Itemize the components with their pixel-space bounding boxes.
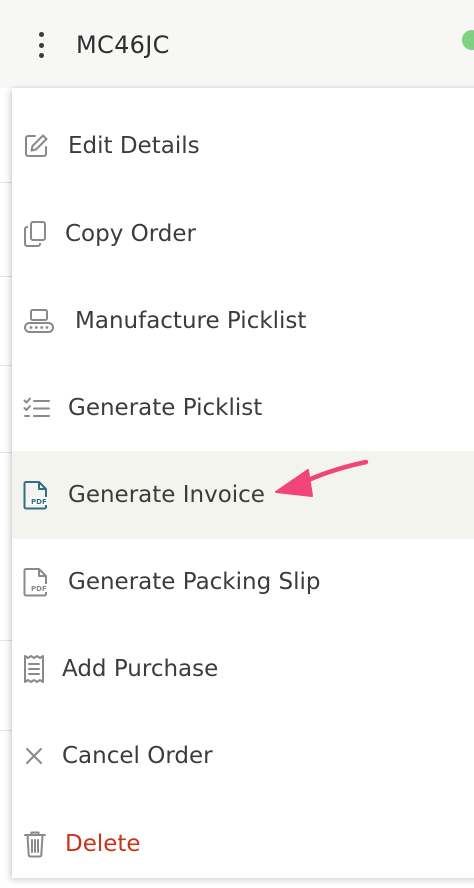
menu-item-label: Delete: [65, 831, 141, 857]
menu-item-delete[interactable]: Delete: [12, 800, 474, 888]
more-options-button[interactable]: [26, 28, 56, 62]
menu-item-label: Generate Packing Slip: [68, 569, 321, 595]
menu-item-label: Generate Invoice: [68, 482, 265, 508]
background-divider: [0, 182, 12, 183]
menu-item-label: Edit Details: [68, 133, 200, 159]
background-divider: [0, 452, 12, 453]
kebab-dot-icon: [38, 53, 44, 58]
close-icon: [25, 747, 43, 765]
kebab-dot-icon: [38, 32, 44, 37]
menu-item-generate-picklist[interactable]: Generate Picklist: [12, 364, 474, 452]
menu-item-generate-invoice[interactable]: PDF Generate Invoice: [12, 451, 474, 539]
copy-icon: [23, 220, 47, 248]
background-divider: [0, 730, 12, 731]
menu-item-edit-details[interactable]: Edit Details: [12, 102, 474, 190]
menu-item-add-purchase[interactable]: Add Purchase: [12, 625, 474, 713]
pdf-file-icon: PDF: [23, 567, 49, 597]
svg-text:PDF: PDF: [31, 585, 47, 593]
order-header: MC46JC: [0, 0, 474, 88]
menu-item-copy-order[interactable]: Copy Order: [12, 190, 474, 278]
kebab-dot-icon: [38, 42, 44, 48]
receipt-icon: [23, 654, 45, 684]
trash-icon: [24, 830, 46, 858]
background-divider: [0, 276, 12, 277]
pdf-file-icon: PDF: [23, 480, 49, 510]
menu-item-label: Manufacture Picklist: [75, 308, 307, 334]
order-id-title: MC46JC: [76, 31, 170, 59]
menu-item-manufacture-picklist[interactable]: Manufacture Picklist: [12, 277, 474, 365]
status-check-icon: [462, 30, 474, 50]
checklist-icon: [23, 397, 51, 419]
conveyor-icon: [23, 308, 55, 334]
background-divider: [0, 640, 12, 641]
menu-item-label: Add Purchase: [62, 656, 219, 682]
order-actions-menu: Edit Details Copy Order Manufacture Pick…: [12, 88, 474, 878]
svg-text:PDF: PDF: [31, 498, 47, 506]
menu-item-label: Cancel Order: [62, 743, 213, 769]
annotation-arrow-icon: [275, 459, 369, 497]
background-divider: [0, 365, 12, 366]
menu-item-label: Generate Picklist: [68, 395, 263, 421]
edit-icon: [23, 133, 49, 159]
menu-item-label: Copy Order: [65, 221, 197, 247]
menu-item-generate-packing-slip[interactable]: PDF Generate Packing Slip: [12, 538, 474, 626]
menu-item-cancel-order[interactable]: Cancel Order: [12, 712, 474, 800]
